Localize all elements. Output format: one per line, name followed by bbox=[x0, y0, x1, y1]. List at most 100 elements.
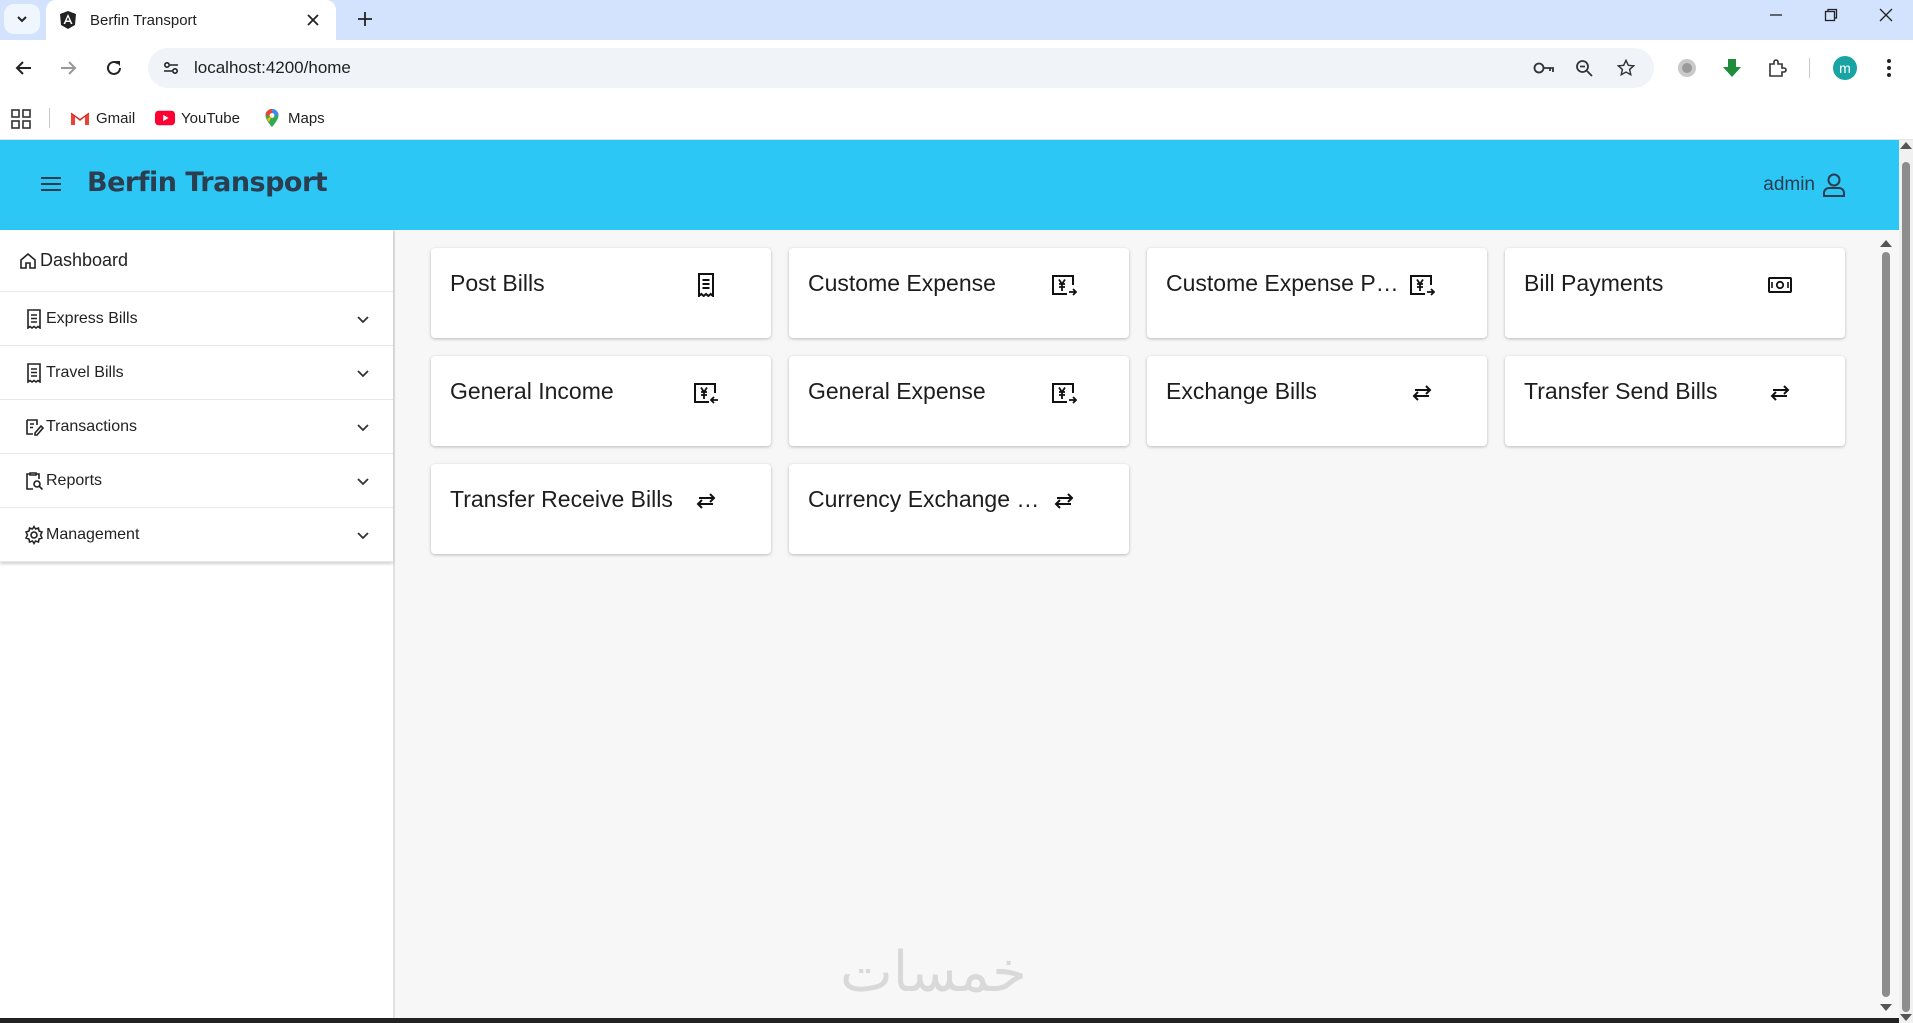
edit-note-icon bbox=[24, 417, 44, 437]
bookmark-label: YouTube bbox=[181, 109, 240, 127]
bookmark-gmail[interactable]: Gmail bbox=[70, 104, 135, 132]
card-currency-exchange-bills[interactable]: Currency Exchange Bills bbox=[789, 464, 1129, 554]
chevron-down-icon bbox=[357, 316, 369, 324]
scroll-down-icon[interactable] bbox=[1880, 1004, 1892, 1011]
chevron-down-icon bbox=[357, 532, 369, 540]
browser-toolbar: localhost:4200/home m bbox=[0, 40, 1913, 96]
puzzle-icon[interactable] bbox=[1759, 50, 1795, 86]
card-bill-payments[interactable]: Bill Payments bbox=[1505, 248, 1845, 338]
sidebar-menu: Dashboard Express Bills Travel Bills Tra… bbox=[0, 230, 393, 562]
avatar: m bbox=[1833, 56, 1857, 80]
app-header: Berfin Transport admin bbox=[0, 140, 1899, 230]
bookmark-label: Maps bbox=[288, 109, 325, 127]
reload-icon bbox=[107, 60, 121, 75]
watermark: خمسات bbox=[840, 940, 1027, 1005]
bookmark-maps[interactable]: Maps bbox=[262, 104, 325, 132]
card-title: Custome Expense Payments bbox=[1166, 270, 1401, 296]
dashboard-content: Post Bills Custome Expense Custome Expen… bbox=[397, 230, 1883, 1023]
sidebar-item-transactions[interactable]: Transactions bbox=[0, 400, 393, 454]
app-title: Berfin Transport bbox=[87, 167, 328, 198]
scrollbar-thumb[interactable] bbox=[1902, 162, 1910, 1012]
report-search-icon bbox=[24, 471, 44, 491]
chevron-down-icon bbox=[17, 16, 27, 23]
new-tab-button[interactable] bbox=[350, 4, 380, 34]
card-general-expense[interactable]: General Expense bbox=[789, 356, 1129, 446]
card-title: Post Bills bbox=[450, 270, 545, 296]
card-transfer-receive-bills[interactable]: Transfer Receive Bills bbox=[431, 464, 771, 554]
card-transfer-send-bills[interactable]: Transfer Send Bills bbox=[1505, 356, 1845, 446]
content-scrollbar[interactable] bbox=[1879, 238, 1893, 1013]
sidebar-item-label: Transactions bbox=[46, 417, 137, 435]
extension-icon[interactable] bbox=[1669, 50, 1705, 86]
card-general-income[interactable]: General Income bbox=[431, 356, 771, 446]
tab-search-button[interactable] bbox=[4, 4, 40, 34]
card-title: General Expense bbox=[808, 378, 986, 404]
minimize-button[interactable] bbox=[1748, 0, 1804, 30]
bookmark-label: Gmail bbox=[96, 109, 136, 127]
scrollbar-thumb[interactable] bbox=[1882, 252, 1890, 997]
zoom-icon[interactable] bbox=[1570, 54, 1598, 82]
card-title: Transfer Send Bills bbox=[1524, 378, 1718, 404]
chevron-down-icon bbox=[357, 370, 369, 378]
sidebar: Dashboard Express Bills Travel Bills Tra… bbox=[0, 230, 395, 1023]
taskbar-edge bbox=[0, 1018, 1899, 1023]
back-button[interactable] bbox=[6, 50, 42, 86]
plus-icon bbox=[358, 12, 372, 26]
sidebar-item-express-bills[interactable]: Express Bills bbox=[0, 292, 393, 346]
card-exchange-bills[interactable]: Exchange Bills bbox=[1147, 356, 1487, 446]
sidebar-item-label: Dashboard bbox=[40, 250, 129, 270]
sidebar-item-travel-bills[interactable]: Travel Bills bbox=[0, 346, 393, 400]
chevron-down-icon bbox=[357, 478, 369, 486]
url-text: localhost:4200/home bbox=[194, 58, 351, 77]
card-custome-expense-payments[interactable]: Custome Expense Payments bbox=[1147, 248, 1487, 338]
close-icon[interactable] bbox=[302, 9, 324, 31]
card-title: Currency Exchange Bills bbox=[808, 486, 1043, 512]
user-icon[interactable] bbox=[1821, 172, 1847, 198]
download-icon[interactable] bbox=[1714, 50, 1750, 86]
key-icon[interactable] bbox=[1530, 54, 1558, 82]
scroll-up-icon[interactable] bbox=[1900, 142, 1912, 149]
restore-button[interactable] bbox=[1803, 0, 1859, 30]
card-custome-expense[interactable]: Custome Expense bbox=[789, 248, 1129, 338]
close-window-button[interactable] bbox=[1858, 0, 1913, 30]
browser-tab[interactable]: Berfin Transport bbox=[46, 0, 336, 40]
gmail-icon bbox=[70, 108, 90, 128]
profile-button[interactable]: m bbox=[1827, 50, 1863, 86]
swap-icon bbox=[1051, 488, 1077, 514]
maps-icon bbox=[262, 108, 282, 128]
sidebar-item-management[interactable]: Management bbox=[0, 508, 393, 562]
bookmark-separator bbox=[49, 108, 50, 128]
site-info-icon[interactable] bbox=[156, 53, 186, 83]
browser-menu-button[interactable] bbox=[1871, 50, 1907, 86]
swap-icon bbox=[1409, 380, 1435, 406]
toolbar-divider bbox=[1809, 58, 1810, 78]
more-vert-icon bbox=[1887, 59, 1891, 77]
receipt-icon bbox=[24, 362, 44, 383]
scroll-down-icon[interactable] bbox=[1900, 1014, 1912, 1021]
close-icon bbox=[1879, 8, 1893, 22]
sidebar-item-label: Management bbox=[46, 525, 140, 543]
bookmark-youtube[interactable]: YouTube bbox=[155, 104, 240, 132]
card-post-bills[interactable]: Post Bills bbox=[431, 248, 771, 338]
youtube-icon bbox=[155, 108, 175, 128]
browser-tabstrip: Berfin Transport bbox=[0, 0, 1913, 40]
reload-button[interactable] bbox=[96, 50, 132, 86]
swap-icon bbox=[1767, 380, 1793, 406]
address-bar[interactable]: localhost:4200/home bbox=[148, 48, 1654, 88]
menu-toggle-button[interactable] bbox=[36, 169, 66, 199]
bookmarks-bar: Gmail YouTube Maps bbox=[0, 96, 1913, 140]
forward-button[interactable] bbox=[50, 50, 86, 86]
sidebar-item-dashboard[interactable]: Dashboard bbox=[0, 230, 393, 292]
page-scrollbar[interactable] bbox=[1899, 140, 1913, 1023]
angular-icon bbox=[60, 11, 76, 29]
sidebar-item-label: Reports bbox=[46, 471, 103, 489]
apps-grid-icon[interactable] bbox=[10, 108, 32, 130]
sidebar-item-reports[interactable]: Reports bbox=[0, 454, 393, 508]
star-icon[interactable] bbox=[1612, 54, 1640, 82]
sidebar-item-label: Travel Bills bbox=[46, 363, 124, 381]
payments-icon bbox=[1767, 272, 1793, 298]
scroll-up-icon[interactable] bbox=[1880, 240, 1892, 247]
user-name[interactable]: admin bbox=[1763, 174, 1815, 196]
currency-yen-icon bbox=[1051, 380, 1077, 406]
card-title: Custome Expense bbox=[808, 270, 996, 296]
